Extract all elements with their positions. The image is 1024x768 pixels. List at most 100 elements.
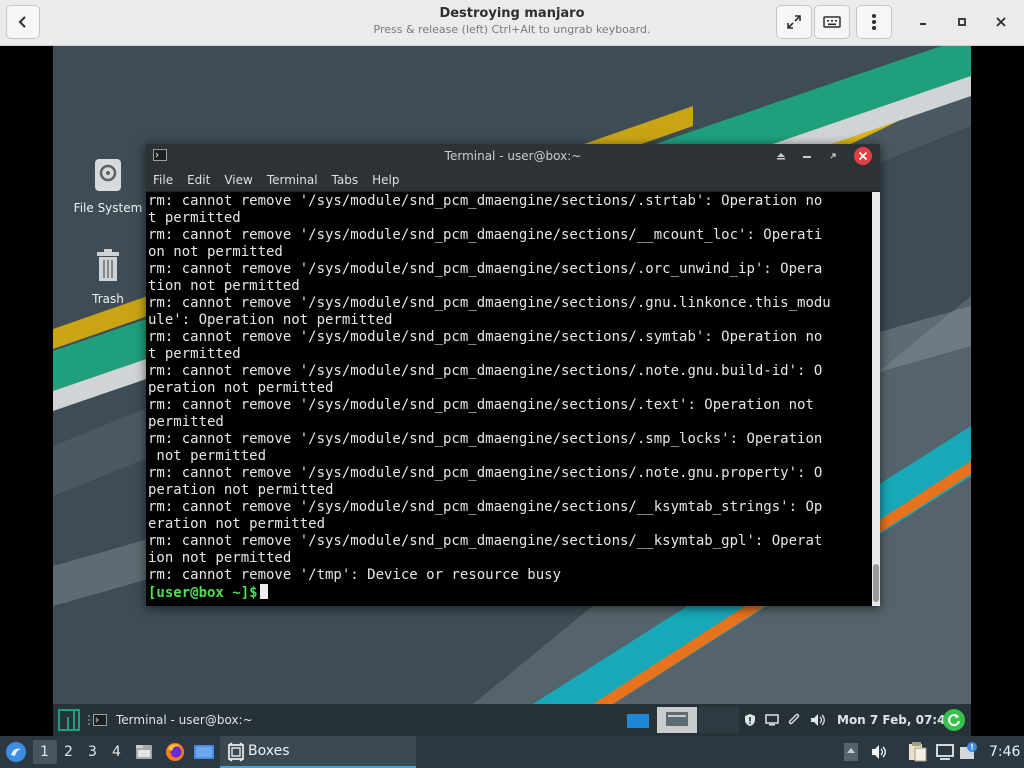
host-clock[interactable]: 7:46: [989, 744, 1020, 760]
terminal-line: rm: cannot remove '/sys/module/snd_pcm_d…: [148, 295, 831, 311]
terminal-line: eration not permitted: [148, 516, 326, 532]
maximize-icon: [958, 18, 966, 26]
terminal-line: peration not permitted: [148, 482, 334, 498]
guest-task-terminal[interactable]: Terminal - user@box:~: [93, 704, 293, 736]
terminal-line: tion not permitted: [148, 278, 300, 294]
minimize-icon[interactable]: [802, 155, 812, 159]
guest-panel: Terminal - user@box:~ Mon 7 Feb, 07:45: [53, 704, 971, 736]
terminal-title: Terminal - user@box:~: [444, 149, 582, 163]
keyboard-button[interactable]: [814, 5, 850, 39]
drive-icon: [95, 159, 121, 191]
clipboard-icon[interactable]: [906, 741, 928, 763]
menu-button[interactable]: [856, 5, 892, 39]
terminal-menubar: File Edit View Terminal Tabs Help: [146, 168, 880, 192]
boxes-launcher-icon[interactable]: [193, 742, 215, 762]
terminal-line: permitted: [148, 414, 224, 430]
maximize-button[interactable]: [945, 5, 979, 39]
info-shield-icon[interactable]: [743, 713, 757, 727]
terminal-line: rm: cannot remove '/sys/module/snd_pcm_d…: [148, 261, 823, 277]
menu-terminal[interactable]: Terminal: [267, 168, 318, 191]
minimize-button[interactable]: [906, 5, 940, 39]
scroll-up-icon[interactable]: [843, 742, 859, 762]
clipboard-icon[interactable]: [787, 712, 801, 728]
guest-clock[interactable]: Mon 7 Feb, 07:45: [837, 713, 954, 727]
terminal-line: rm: cannot remove '/sys/module/snd_pcm_d…: [148, 227, 823, 243]
menu-tabs[interactable]: Tabs: [332, 168, 359, 191]
display-icon[interactable]: [765, 713, 779, 727]
close-icon: [996, 17, 1006, 27]
menu-help[interactable]: Help: [372, 168, 399, 191]
close-button[interactable]: [984, 5, 1018, 39]
terminal-prompt-line[interactable]: [user@box ~]$: [148, 584, 872, 601]
volume-icon[interactable]: [870, 743, 890, 761]
workspace-2-pager[interactable]: [657, 707, 697, 733]
firefox-icon[interactable]: [164, 741, 186, 763]
workspace-1-icon[interactable]: [626, 712, 650, 730]
guest-task-label: Terminal - user@box:~: [116, 713, 253, 727]
back-button[interactable]: [6, 5, 40, 39]
terminal-line: rm: cannot remove '/sys/module/snd_pcm_d…: [148, 363, 823, 379]
terminal-line: ule': Operation not permitted: [148, 312, 393, 328]
workspace-2[interactable]: 2: [64, 744, 73, 760]
workspace-1-label: 1: [40, 744, 49, 760]
terminal-output[interactable]: rm: cannot remove '/sys/module/snd_pcm_d…: [146, 192, 872, 606]
refresh-icon: [948, 714, 960, 727]
shade-icon[interactable]: [776, 152, 786, 160]
window-subtitle: Press & release (left) Ctrl+Alt to ungra…: [373, 23, 651, 36]
boxes-app-icon: [228, 742, 244, 762]
terminal-line: rm: cannot remove '/sys/module/snd_pcm_d…: [148, 397, 814, 413]
terminal-scrollbar[interactable]: [872, 192, 880, 606]
window-thumbnail-icon: [666, 712, 688, 726]
text-cursor: [259, 584, 268, 599]
window-title: Destroying manjaro: [439, 6, 585, 21]
guest-desktop[interactable]: File System Trash Terminal - user@box:~: [53, 46, 971, 704]
workspace-4[interactable]: 4: [112, 744, 121, 760]
volume-icon[interactable]: [809, 712, 827, 728]
terminal-icon: [93, 714, 107, 726]
terminal-line: rm: cannot remove '/sys/module/snd_pcm_d…: [148, 465, 823, 481]
update-notifier[interactable]: [943, 709, 965, 731]
maximize-icon[interactable]: [829, 152, 837, 160]
task-boxes[interactable]: Boxes: [220, 736, 416, 768]
notification-icon[interactable]: [958, 741, 978, 763]
workspace-3[interactable]: 3: [88, 744, 97, 760]
boxes-header-bar: Destroying manjaro Press & release (left…: [0, 0, 1024, 46]
files-icon[interactable]: [134, 742, 154, 762]
terminal-line: on not permitted: [148, 244, 283, 260]
chevron-left-icon: [18, 16, 26, 28]
fullscreen-button[interactable]: [776, 5, 812, 39]
terminal-line: rm: cannot remove '/sys/module/snd_pcm_d…: [148, 499, 823, 515]
kebab-menu-icon: [872, 14, 876, 30]
menu-view[interactable]: View: [224, 168, 252, 191]
shell-prompt: [user@box ~]$: [148, 585, 258, 601]
desktop-icon-file-system[interactable]: File System: [68, 158, 148, 215]
terminal-line: ion not permitted: [148, 550, 292, 566]
desktop-icon-trash[interactable]: Trash: [68, 249, 148, 306]
terminal-line: rm: cannot remove '/sys/module/snd_pcm_d…: [148, 533, 823, 549]
terminal-close-button[interactable]: [854, 147, 872, 165]
desktop-icon-label: Trash: [92, 292, 124, 306]
terminal-line: peration not permitted: [148, 380, 334, 396]
minimize-icon: [920, 23, 926, 25]
terminal-titlebar[interactable]: Terminal - user@box:~: [146, 144, 880, 168]
manjaro-menu-icon[interactable]: [56, 707, 82, 733]
terminal-line: rm: cannot remove '/sys/module/snd_pcm_d…: [148, 329, 823, 345]
panel-handle-icon: [88, 715, 90, 725]
task-boxes-label: Boxes: [248, 743, 290, 759]
network-icon[interactable]: [934, 742, 956, 762]
vm-display[interactable]: File System Trash Terminal - user@box:~: [0, 46, 1024, 736]
terminal-line: not permitted: [148, 448, 267, 464]
terminal-line: rm: cannot remove '/sys/module/snd_pcm_d…: [148, 193, 823, 209]
fullscreen-icon: [787, 15, 801, 29]
keyboard-icon: [823, 16, 841, 28]
menu-file[interactable]: File: [153, 168, 173, 191]
scrollbar-thumb[interactable]: [873, 564, 879, 602]
menu-edit[interactable]: Edit: [187, 168, 210, 191]
terminal-window[interactable]: Terminal - user@box:~ File Edit View Ter…: [146, 144, 880, 606]
host-taskbar: 1 2 3 4 Boxes 7:46: [0, 736, 1024, 768]
workspace-3-pager[interactable]: [699, 707, 739, 733]
trash-icon: [97, 249, 119, 281]
terminal-line: t permitted: [148, 210, 241, 226]
app-launcher-icon[interactable]: [4, 740, 28, 764]
terminal-line: rm: cannot remove '/sys/module/snd_pcm_d…: [148, 431, 823, 447]
